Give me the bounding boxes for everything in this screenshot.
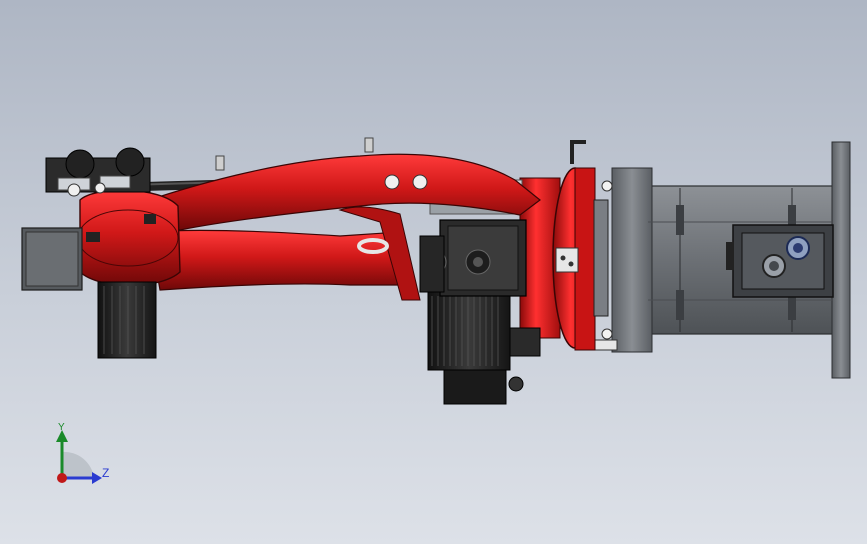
coordinate-triad xyxy=(56,430,102,484)
elbow-housing[interactable] xyxy=(77,189,181,287)
base-assembly[interactable] xyxy=(592,141,851,379)
triad-z-label: Z xyxy=(102,466,110,480)
flange-ring xyxy=(593,199,609,317)
cad-viewport[interactable]: Y Z xyxy=(0,0,867,544)
effector-joint-1 xyxy=(65,149,95,179)
base-flange-plate xyxy=(611,167,653,353)
elbow-servo-motor[interactable] xyxy=(419,219,527,297)
robot-arm-model[interactable] xyxy=(0,0,867,544)
triad-y-label: Y xyxy=(58,422,65,433)
effector-joint-2 xyxy=(115,147,145,177)
shoulder-rotary-joint[interactable] xyxy=(519,140,609,351)
triad-x-axis xyxy=(57,473,67,483)
base-end-plate xyxy=(831,141,851,379)
